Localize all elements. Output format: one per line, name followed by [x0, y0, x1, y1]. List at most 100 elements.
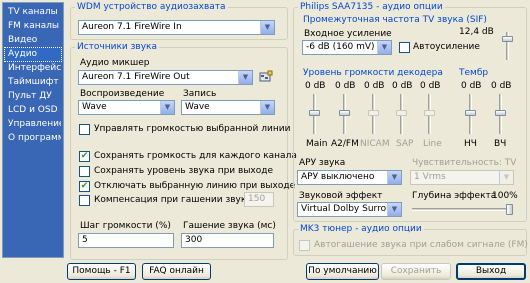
sidebar-item-remote[interactable]: Пульт ДУ — [5, 90, 61, 103]
wdm-group-title: WDM устройство аудиозахвата — [77, 2, 226, 12]
effect-label: Звуковой эффект — [299, 191, 383, 201]
slider-sap-thumb[interactable] — [396, 110, 407, 116]
input-gain-select[interactable]: -6 dB (160 mV) ▼ — [302, 40, 392, 55]
slider-treble-label: ВЧ — [494, 139, 507, 149]
fade-label: Гашение звука (мс) — [183, 221, 276, 231]
record-label: Запись — [183, 89, 217, 99]
compensation-checkbox[interactable] — [79, 195, 90, 206]
mixer-select[interactable]: Aureon 7.1 FireWire Out ▼ — [78, 70, 253, 85]
slider-bass-value: 0 dB — [461, 81, 482, 91]
slider-line-value: 0 dB — [420, 81, 441, 91]
slider-a2fm-value: 0 dB — [335, 81, 356, 91]
sidebar-item-lcd-osd[interactable]: LCD и OSD — [5, 104, 61, 117]
sensitivity-value: 1 Vrms — [414, 172, 446, 182]
slider-line-label: Line — [423, 139, 442, 149]
sensitivity-select[interactable]: 1 Vrms ▼ — [410, 170, 514, 185]
playback-select[interactable]: Wave ▼ — [78, 100, 175, 115]
fade-input[interactable]: 300 — [181, 233, 274, 248]
save-volume-label: Сохранять громкость для каждого канала — [94, 151, 297, 161]
sidebar-item-tv-channels[interactable]: TV каналы — [5, 6, 61, 19]
save-volume-checkbox[interactable]: ✔ — [79, 151, 90, 162]
chevron-down-icon: ▼ — [387, 203, 401, 216]
sidebar-item-timeshift[interactable]: Таймшифт — [5, 76, 61, 89]
save-level-checkbox[interactable] — [79, 166, 90, 177]
slider-bass-label: НЧ — [464, 139, 477, 149]
mk3-group-title: MK3 тюнер - аудио опции — [300, 224, 422, 234]
chevron-down-icon: ▼ — [387, 171, 401, 184]
auto-gain-label: Автоусиление — [413, 42, 480, 52]
save-level-label: Сохранять уровень звука при выходе — [94, 166, 274, 176]
record-select[interactable]: Wave ▼ — [181, 100, 275, 115]
mk3-auto-mute-checkbox[interactable] — [299, 240, 310, 251]
depth-slider-thumb[interactable] — [506, 204, 513, 215]
control-line-label: Управлять громкостью выбранной линии — [94, 124, 291, 134]
default-button[interactable]: По умолчанию — [306, 263, 379, 280]
slider-line-thumb[interactable] — [424, 110, 435, 116]
faq-button[interactable]: FAQ онлайн — [142, 263, 211, 280]
disable-line-label: Отключать выбранную линию при выходе — [94, 181, 296, 191]
mixer-settings-icon[interactable] — [259, 70, 273, 84]
slider-sap-label: SAP — [396, 139, 414, 149]
depth-slider-track[interactable] — [412, 208, 512, 211]
chevron-down-icon: ▼ — [377, 41, 391, 54]
slider-a2fm-thumb[interactable] — [339, 110, 350, 116]
slider-treble-thumb[interactable] — [495, 110, 506, 116]
slider-treble-value: 0 dB — [491, 81, 512, 91]
auto-gain-checkbox[interactable] — [399, 42, 410, 53]
mixer-label: Аудио микшер — [80, 58, 150, 68]
slider-nicam-value: 0 dB — [364, 81, 385, 91]
wdm-device-value: Aureon 7.1 FireWire In — [82, 22, 182, 32]
mk3-auto-mute-label: Автогашение звука при слабом сигнале (FM… — [314, 240, 528, 250]
slider-bass-thumb[interactable] — [465, 110, 476, 116]
aru-value: АРУ выключено — [301, 172, 375, 182]
playback-value: Wave — [82, 102, 107, 112]
chevron-down-icon: ▼ — [238, 71, 252, 84]
depth-label: Глубина эффекта — [412, 191, 497, 201]
slider-sap-value: 0 dB — [392, 81, 413, 91]
sif-gain-slider-thumb[interactable] — [502, 36, 513, 42]
chevron-down-icon: ▼ — [499, 171, 513, 184]
aru-label: АРУ звука — [299, 158, 346, 168]
slider-main-value: 0 dB — [305, 81, 326, 91]
volume-step-input[interactable]: 5 — [78, 233, 174, 248]
chevron-down-icon: ▼ — [260, 21, 274, 34]
compensation-input[interactable]: 150 — [244, 192, 274, 207]
wdm-device-select[interactable]: Aureon 7.1 FireWire In ▼ — [78, 20, 275, 35]
slider-main-thumb[interactable] — [309, 110, 320, 116]
record-value: Wave — [185, 102, 210, 112]
help-button[interactable]: Помощь - F1 — [67, 263, 136, 280]
sidebar-item-audio[interactable]: Аудио — [4, 47, 62, 62]
depth-value: 100% — [492, 191, 518, 201]
input-gain-value: -6 dB (160 mV) — [306, 42, 375, 52]
sidebar-item-control[interactable]: Управление — [5, 118, 61, 131]
compensation-value: 150 — [248, 194, 266, 204]
slider-nicam-label: NICAM — [360, 139, 390, 149]
input-gain-label: Входное усиление — [304, 29, 392, 39]
aru-select[interactable]: АРУ выключено ▼ — [297, 170, 402, 185]
sif-db-readout: 12,4 dB — [459, 27, 494, 37]
sidebar-item-about[interactable]: О программе — [5, 132, 61, 145]
settings-sidebar: TV каналы FM каналы Видео Аудио Интерфей… — [2, 2, 64, 258]
fade-value: 300 — [185, 235, 203, 245]
chevron-down-icon: ▼ — [260, 101, 274, 114]
mixer-value: Aureon 7.1 FireWire Out — [82, 72, 190, 82]
volume-step-value: 5 — [82, 235, 88, 245]
save-button[interactable]: Сохранить — [381, 263, 451, 280]
decoder-level-title: Уровень громкости декодера — [303, 68, 443, 78]
chevron-down-icon: ▼ — [160, 101, 174, 114]
exit-button[interactable]: Выход — [456, 263, 526, 280]
sif-group-title: Промежуточная частота TV звука (SIF) — [303, 15, 487, 25]
slider-main-label: Main — [306, 139, 328, 149]
sensitivity-label: Чувствительность: TV — [412, 158, 517, 168]
philips-group-title: Philips SAA7135 - аудио опции — [300, 2, 443, 12]
slider-nicam-thumb[interactable] — [368, 110, 379, 116]
control-line-checkbox[interactable] — [79, 124, 90, 135]
effect-select[interactable]: Virtual Dolby Surround ▼ — [297, 202, 402, 217]
sidebar-item-fm-channels[interactable]: FM каналы — [5, 20, 61, 33]
playback-label: Воспроизведение — [80, 89, 165, 99]
slider-a2fm-label: A2/FM — [331, 139, 359, 149]
sidebar-item-interface[interactable]: Интерфейс — [5, 62, 61, 75]
audio-source-group-title: Источники звука — [77, 42, 157, 52]
sidebar-item-video[interactable]: Видео — [5, 34, 61, 47]
disable-line-checkbox[interactable]: ✔ — [79, 181, 90, 192]
